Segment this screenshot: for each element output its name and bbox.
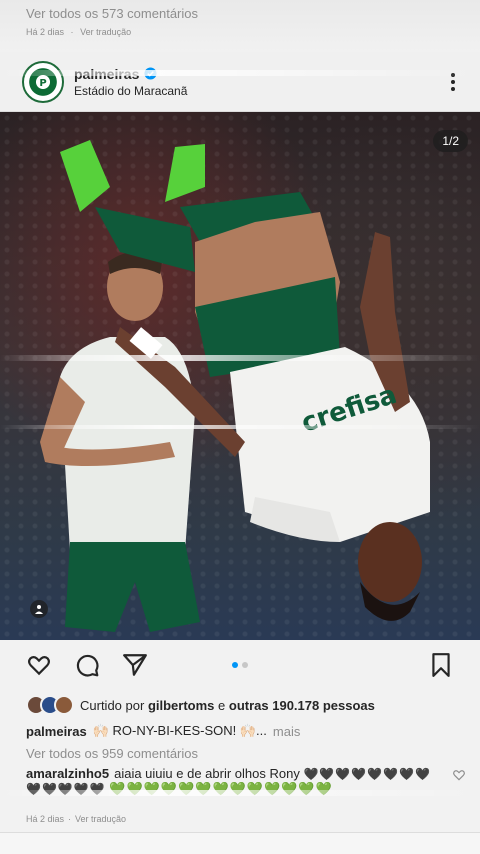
comment-dark-hearts: 🖤🖤🖤🖤🖤🖤🖤🖤 (303, 767, 431, 781)
more-icon[interactable] (448, 72, 458, 91)
comment-gray-hearts: 🖤🖤🖤🖤🖤 (26, 782, 106, 796)
time-ago: Há 2 dias (26, 814, 65, 824)
caption-text: 🙌🏻 RO-NY-BI-KES-SON! 🙌🏻... (92, 723, 267, 738)
username[interactable]: palmeiras (74, 66, 139, 82)
action-bar (0, 640, 480, 690)
username-row: palmeiras (74, 66, 187, 82)
previous-post-footer: Ver todos os 573 comentários Há 2 dias ·… (0, 0, 480, 52)
likes-prefix: Curtido por (80, 697, 145, 713)
separator: · (68, 814, 72, 824)
user-info: palmeiras Estádio do Maracanã (74, 66, 187, 98)
carousel-dots (232, 662, 248, 668)
heart-icon[interactable] (26, 652, 52, 678)
carousel-dot (242, 662, 248, 668)
avatar[interactable]: P (22, 60, 64, 103)
post-header: P palmeiras Estádio do Maracanã (0, 52, 480, 112)
caption-username[interactable]: palmeiras (26, 724, 87, 739)
share-icon[interactable] (122, 652, 148, 678)
bookmark-icon[interactable] (428, 652, 454, 678)
separator: · (70, 27, 74, 37)
time-ago: Há 2 dias (26, 27, 65, 37)
person-tag-icon[interactable] (30, 600, 48, 618)
post-photo[interactable]: crefisa 1/2 (0, 112, 480, 640)
club-crest-icon: P (27, 65, 59, 98)
comment-green-hearts: 💚💚💚💚💚💚💚💚💚💚💚💚💚 (109, 781, 333, 796)
liker-avatars (26, 695, 74, 715)
translate-link[interactable]: Ver tradução (75, 814, 126, 824)
comment-text: aiaia uiuiu e de abrir olhos Rony (114, 766, 300, 781)
caption-more-link[interactable]: mais (273, 724, 300, 739)
carousel-counter: 1/2 (433, 130, 468, 152)
likes-row[interactable]: Curtido por gilbertoms e outras 190.178 … (0, 690, 480, 720)
previous-post-meta: Há 2 dias · Ver tradução (26, 27, 454, 37)
comment-username[interactable]: amaralzinho5 (26, 766, 109, 781)
caption: palmeiras 🙌🏻 RO-NY-BI-KES-SON! 🙌🏻... mai… (0, 720, 480, 742)
likes-middle: e (218, 697, 226, 713)
post-meta: Há 2 dias · Ver tradução (0, 806, 480, 832)
first-liker[interactable]: gilbertoms (148, 698, 214, 713)
view-comments-link-previous[interactable]: Ver todos os 573 comentários (26, 6, 454, 21)
others-likes[interactable]: outras 190.178 pessoas (229, 698, 375, 713)
top-comment: amaralzinho5 aiaia uiuiu e de abrir olhos… (0, 764, 480, 806)
small-heart-icon[interactable] (452, 768, 466, 782)
carousel-dot-active (232, 662, 238, 668)
comment-icon[interactable] (74, 652, 100, 678)
translate-link[interactable]: Ver tradução (80, 27, 131, 37)
players-illustration: crefisa (40, 140, 430, 632)
verified-icon (144, 67, 157, 80)
location[interactable]: Estádio do Maracanã (74, 84, 187, 98)
svg-text:P: P (39, 78, 46, 89)
bottom-navigation (0, 832, 480, 854)
teammate-figure (40, 252, 200, 632)
view-comments-link[interactable]: Ver todos os 959 comentários (0, 742, 480, 764)
